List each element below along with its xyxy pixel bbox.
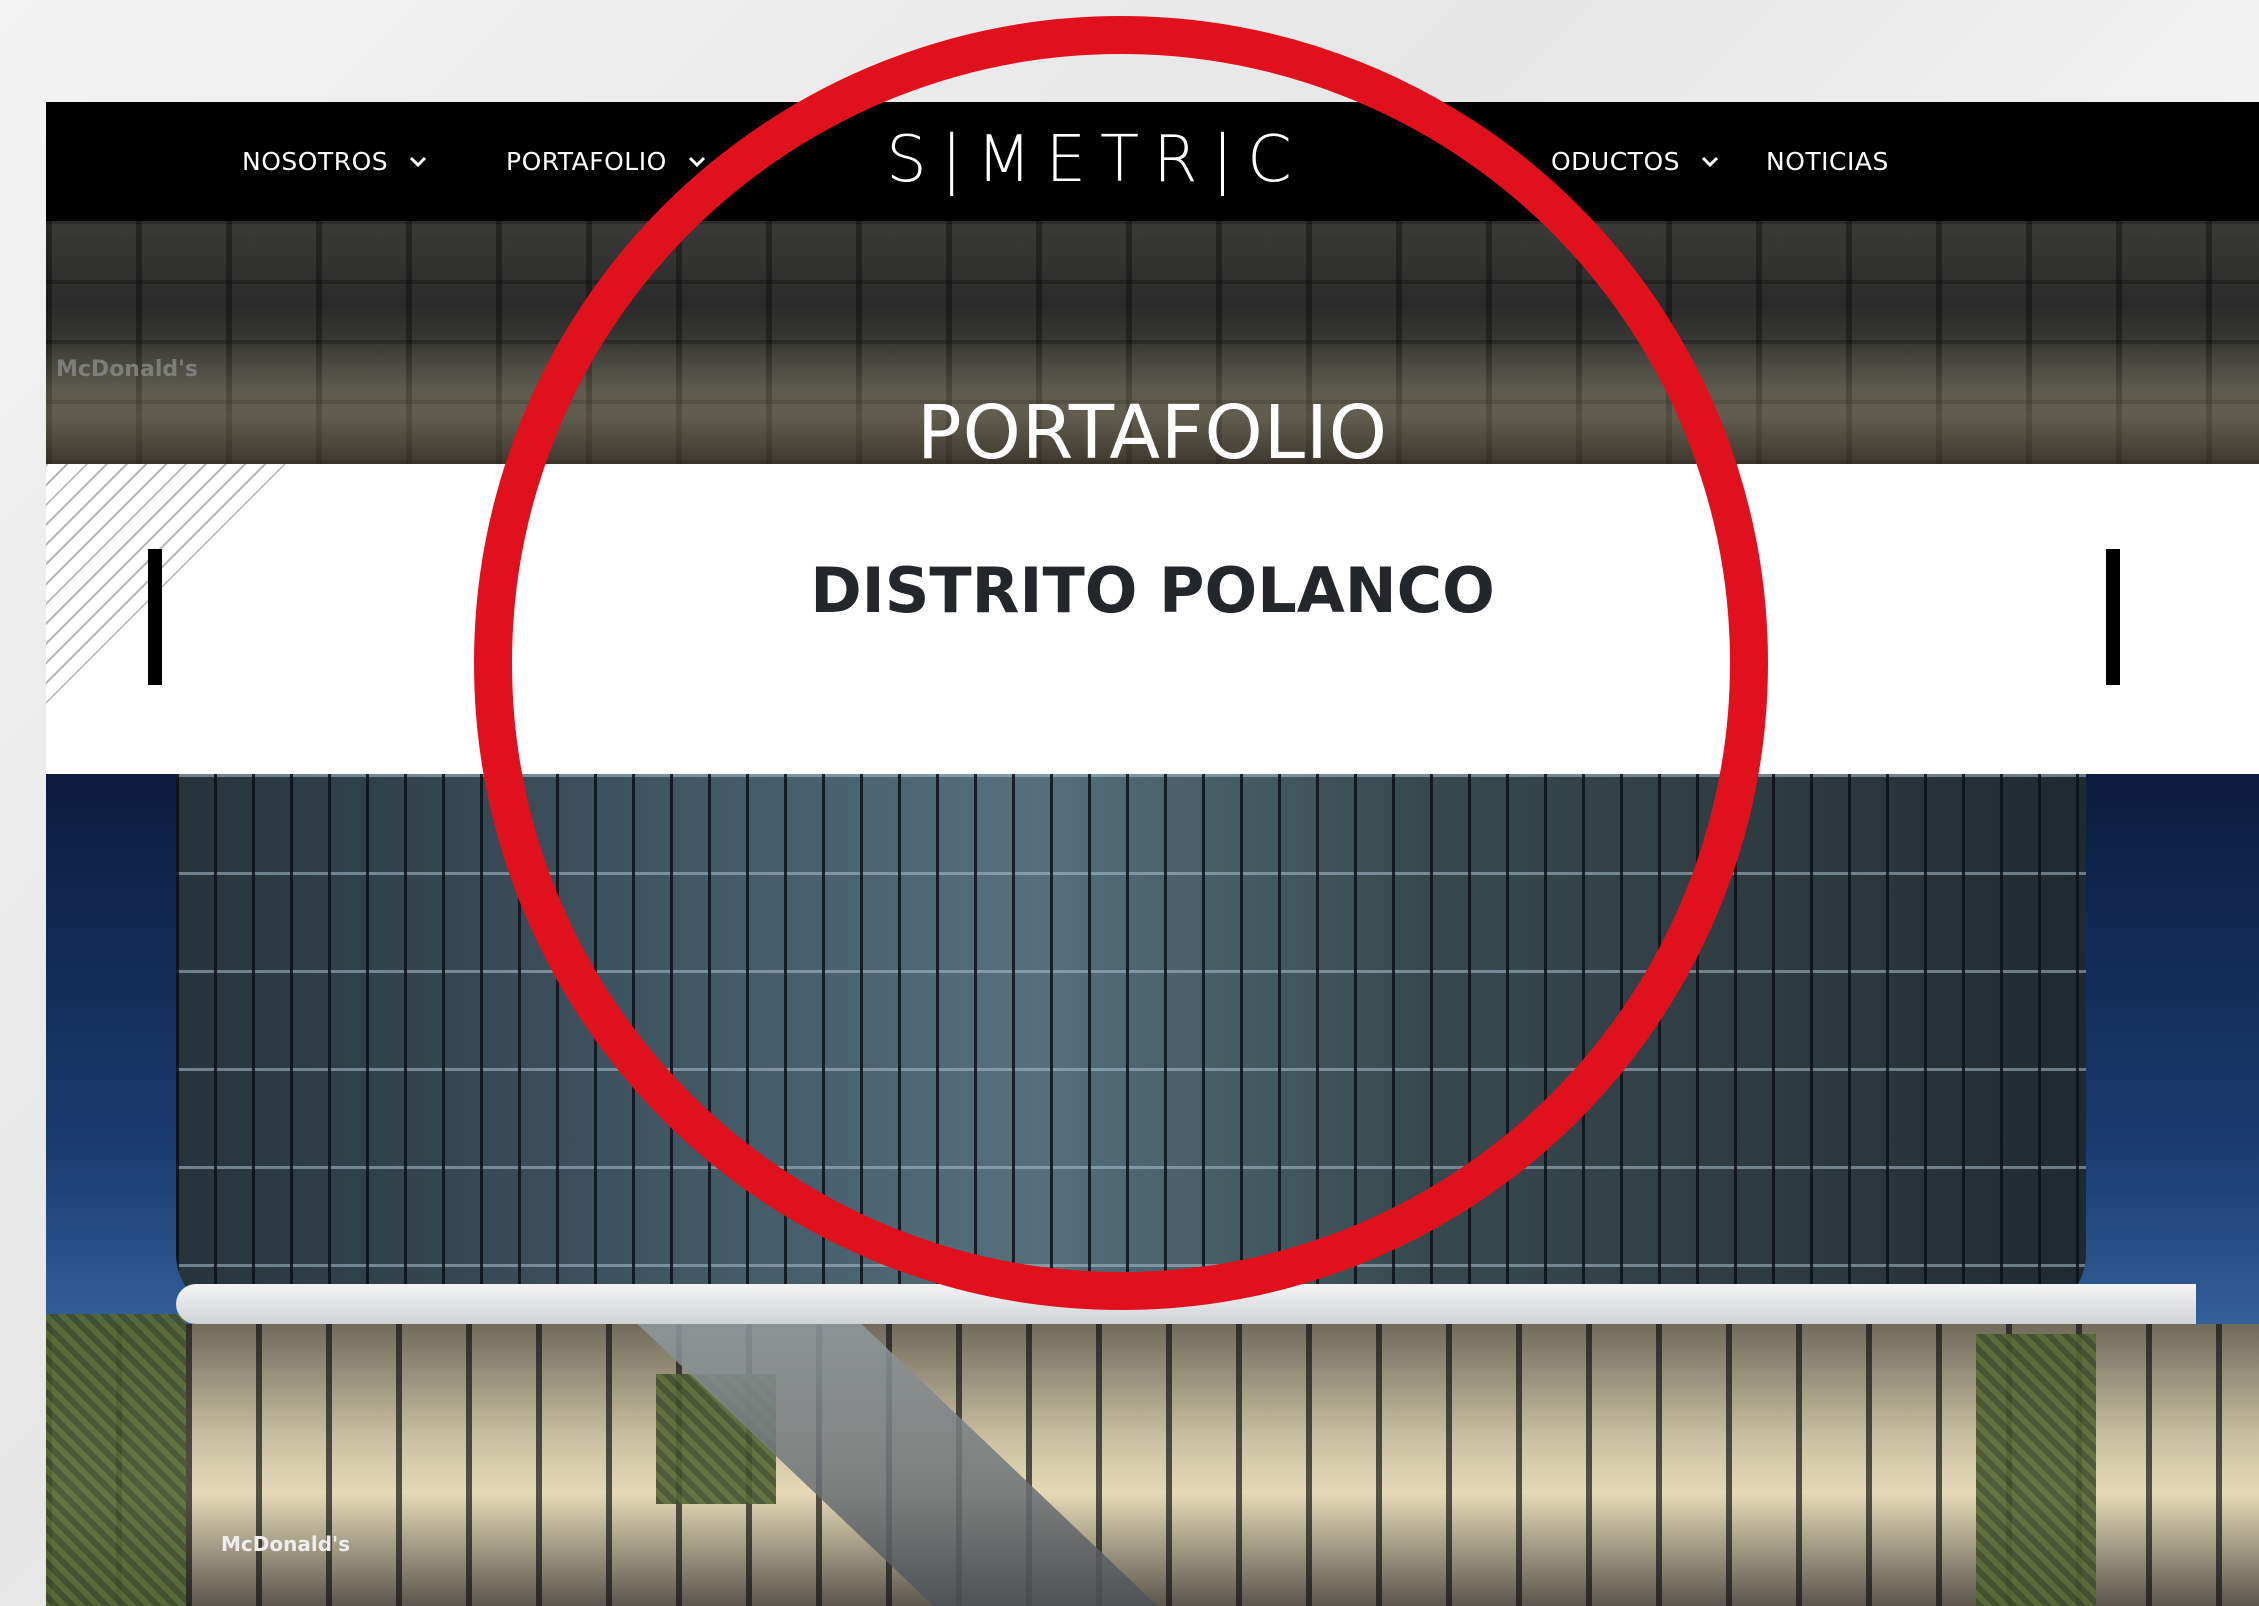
chevron-down-icon [410, 156, 427, 167]
building-photo: McDonald's [46, 774, 2259, 1606]
nav-item-label: NOSOTROS [242, 147, 389, 176]
green-wall-right [1976, 1334, 2096, 1606]
nav-item-productos[interactable]: ODUCTOS [1551, 102, 1722, 221]
building-lower-floors [46, 1324, 2259, 1606]
building-sign: McDonald's [221, 1532, 351, 1556]
building-canopy [176, 1284, 2196, 1324]
chevron-down-icon [688, 156, 705, 167]
web-page: NOSOTROS PORTAFOLIO S|METR|C ODUCTOS NOT… [46, 102, 2259, 1606]
nav-item-nosotros[interactable]: NOSOTROS [242, 102, 430, 221]
site-logo[interactable]: S|METR|C [886, 110, 1292, 210]
nav-item-portafolio[interactable]: PORTAFOLIO [506, 102, 709, 221]
glass-tower [176, 774, 2086, 1314]
project-title-section: DISTRITO POLANCO [46, 464, 2259, 774]
nav-item-noticias[interactable]: NOTICIAS [1766, 102, 1889, 221]
nav-item-label: NOTICIAS [1766, 147, 1889, 176]
right-accent-bar [2106, 549, 2120, 685]
nav-item-label: PORTAFOLIO [506, 147, 667, 176]
nav-item-label: ODUCTOS [1551, 147, 1681, 176]
green-wall-left [46, 1314, 186, 1606]
hero-background-sign: McDonald's [56, 357, 198, 382]
hero-title: PORTAFOLIO [916, 390, 1389, 464]
chevron-down-icon [1701, 156, 1719, 167]
hero-banner: McDonald's PORTAFOLIO [46, 221, 2259, 464]
top-navigation-bar: NOSOTROS PORTAFOLIO S|METR|C ODUCTOS NOT… [46, 102, 2259, 221]
project-title: DISTRITO POLANCO [810, 554, 1495, 627]
